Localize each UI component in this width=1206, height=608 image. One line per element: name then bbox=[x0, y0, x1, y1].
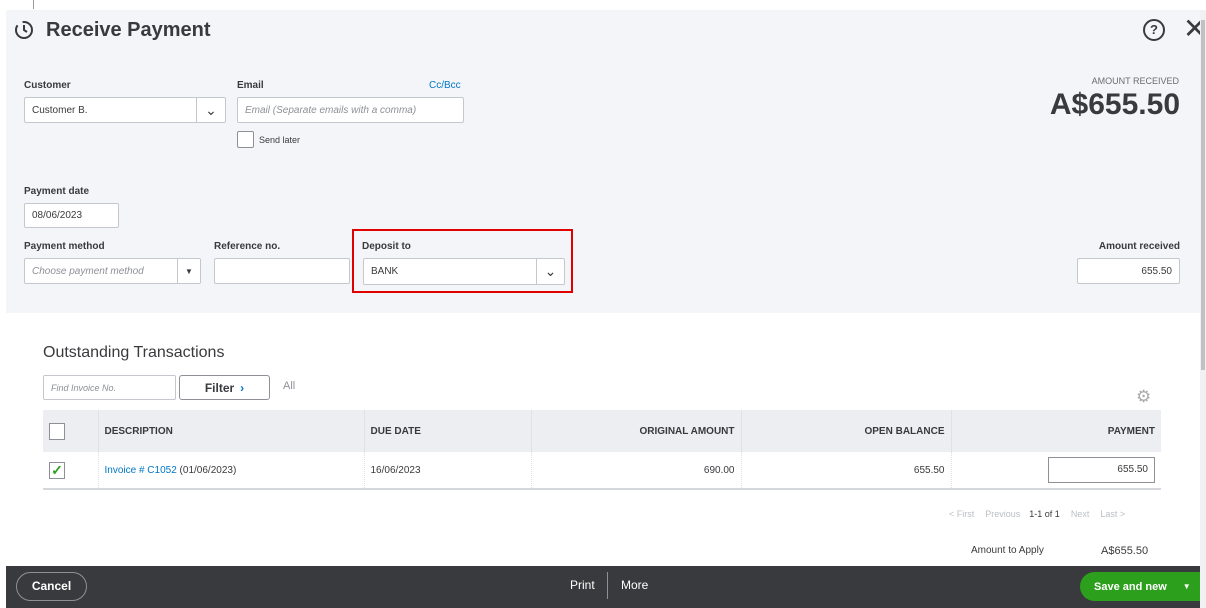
pager-next[interactable]: Next bbox=[1071, 509, 1090, 519]
chevron-down-icon[interactable]: ⌄ bbox=[196, 98, 225, 122]
filter-button[interactable]: Filter › bbox=[179, 375, 270, 400]
divider bbox=[607, 572, 608, 599]
payment-date-input[interactable]: 08/06/2023 bbox=[24, 203, 119, 228]
pager-range: 1-1 of 1 bbox=[1029, 509, 1060, 519]
email-placeholder: Email (Separate emails with a comma) bbox=[245, 104, 417, 116]
amount-received-total: A$655.50 bbox=[1049, 88, 1180, 121]
pager-previous[interactable]: Previous bbox=[985, 509, 1020, 519]
col-original-amount[interactable]: ORIGINAL AMOUNT bbox=[531, 410, 742, 452]
due-date: 16/06/2023 bbox=[364, 452, 532, 490]
payment-date-value: 08/06/2023 bbox=[32, 210, 83, 221]
col-due-date[interactable]: DUE DATE bbox=[364, 410, 532, 452]
customer-value: Customer B. bbox=[32, 104, 88, 116]
invoice-link[interactable]: Invoice # C1052 bbox=[105, 465, 177, 476]
footer-bar bbox=[6, 566, 1200, 608]
filter-label: Filter bbox=[204, 380, 235, 395]
open-balance: 655.50 bbox=[741, 452, 952, 490]
caret-down-icon[interactable]: ▼ bbox=[177, 259, 200, 283]
row-checkbox[interactable]: ✓ bbox=[49, 461, 65, 479]
table-row: ✓ Invoice # C1052 (01/06/2023) 16/06/202… bbox=[43, 452, 1161, 490]
col-open-balance[interactable]: OPEN BALANCE bbox=[741, 410, 952, 452]
print-button[interactable]: Print bbox=[570, 578, 595, 592]
customer-label: Customer bbox=[24, 80, 71, 91]
customer-select[interactable]: Customer B. ⌄ bbox=[24, 97, 226, 123]
invoice-date: (01/06/2023) bbox=[176, 464, 237, 476]
chevron-down-icon[interactable]: ⌄ bbox=[536, 259, 564, 284]
amount-received-value: 655.50 bbox=[1141, 265, 1172, 277]
amount-received-label: Amount received bbox=[1098, 241, 1180, 252]
col-description[interactable]: DESCRIPTION bbox=[98, 410, 365, 452]
payment-input[interactable]: 655.50 bbox=[1048, 457, 1155, 483]
pager-last[interactable]: Last > bbox=[1100, 509, 1125, 519]
help-icon[interactable]: ? bbox=[1143, 19, 1165, 41]
save-and-new-button[interactable]: Save and new ▼ bbox=[1080, 572, 1203, 601]
pager-first[interactable]: < First bbox=[949, 509, 974, 519]
amount-to-apply-label: Amount to Apply bbox=[971, 545, 1044, 556]
select-all-checkbox[interactable] bbox=[49, 422, 65, 440]
history-icon[interactable] bbox=[12, 19, 36, 46]
payment-date-label: Payment date bbox=[24, 186, 90, 197]
gear-icon[interactable]: ⚙ bbox=[1136, 387, 1151, 407]
reference-input[interactable] bbox=[214, 258, 350, 284]
payment-method-label: Payment method bbox=[24, 241, 105, 252]
amount-to-apply-value: A$655.50 bbox=[1101, 545, 1149, 557]
send-later-checkbox[interactable] bbox=[237, 131, 254, 148]
reference-label: Reference no. bbox=[214, 241, 281, 252]
more-button[interactable]: More bbox=[621, 578, 648, 592]
cancel-button[interactable]: Cancel bbox=[16, 572, 87, 601]
payment-method-select[interactable]: Choose payment method ▼ bbox=[24, 258, 201, 284]
caret-down-icon[interactable]: ▼ bbox=[1183, 582, 1191, 591]
section-title: Outstanding Transactions bbox=[43, 344, 225, 361]
amount-received-input[interactable]: 655.50 bbox=[1077, 258, 1180, 284]
pagination: < First Previous 1-1 of 1 Next Last > bbox=[949, 509, 1125, 519]
email-label: Email bbox=[237, 80, 264, 91]
email-input[interactable]: Email (Separate emails with a comma) bbox=[237, 97, 464, 123]
filter-all-label: All bbox=[283, 380, 296, 392]
payment-method-placeholder: Choose payment method bbox=[32, 265, 144, 277]
divider bbox=[33, 0, 34, 9]
find-invoice-input[interactable]: Find Invoice No. bbox=[43, 375, 176, 400]
table-header: DESCRIPTION DUE DATE ORIGINAL AMOUNT OPE… bbox=[43, 410, 1161, 452]
find-invoice-placeholder: Find Invoice No. bbox=[51, 382, 117, 393]
transactions-table: DESCRIPTION DUE DATE ORIGINAL AMOUNT OPE… bbox=[43, 410, 1161, 490]
cc-bcc-link[interactable]: Cc/Bcc bbox=[429, 80, 461, 91]
chevron-right-icon: › bbox=[240, 380, 245, 395]
col-payment[interactable]: PAYMENT bbox=[951, 410, 1161, 452]
deposit-to-value: BANK bbox=[371, 266, 399, 277]
amount-received-caption: AMOUNT RECEIVED bbox=[1091, 76, 1179, 86]
save-label: Save and new bbox=[1094, 580, 1167, 593]
deposit-to-label: Deposit to bbox=[362, 241, 411, 252]
original-amount: 690.00 bbox=[531, 452, 742, 490]
send-later-label: Send later bbox=[259, 135, 301, 145]
scrollbar-thumb[interactable] bbox=[1201, 20, 1205, 370]
page-title: Receive Payment bbox=[46, 19, 211, 41]
deposit-to-select[interactable]: BANK ⌄ bbox=[363, 258, 565, 285]
